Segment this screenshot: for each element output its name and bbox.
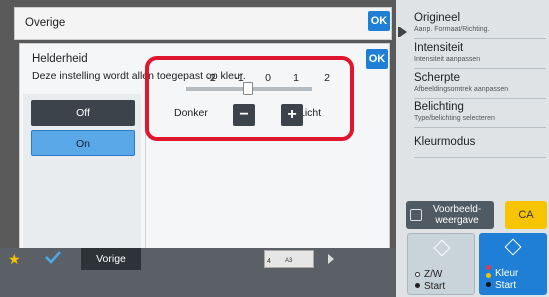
bw-dot-icon	[415, 283, 420, 288]
tick-label: 1	[293, 72, 299, 84]
menu-belichting[interactable]: Belichting Type/belichting selecteren	[414, 101, 546, 128]
off-button[interactable]: Off	[31, 100, 135, 126]
paper-tray-indicator: 4 A3	[264, 250, 314, 268]
color-dot-black-icon	[486, 282, 491, 287]
bw-start-label-2: Start	[424, 281, 446, 292]
dialog-ok-button[interactable]: OK	[366, 49, 388, 69]
plus-button[interactable]: +	[281, 104, 303, 126]
tray-size: A3	[285, 258, 293, 264]
menu-intensiteit[interactable]: Intensiteit Intensiteit aanpassen	[414, 42, 546, 69]
tick-label: -2	[206, 72, 216, 84]
ca-button[interactable]: CA	[505, 201, 547, 229]
start-diamond-icon	[433, 239, 451, 257]
menu-kleurmodus[interactable]: Kleurmodus	[414, 136, 546, 158]
tray-arrow-icon	[328, 254, 334, 264]
check-icon[interactable]	[43, 249, 63, 265]
menu-subtitle: Aanp. Formaat/Richting.	[414, 26, 490, 33]
dialog-title: Helderheid	[32, 53, 88, 65]
on-button[interactable]: On	[31, 130, 135, 156]
overige-title: Overige	[25, 17, 66, 29]
color-start-label-2: Start	[495, 280, 517, 291]
menu-title: Belichting	[414, 101, 464, 113]
tray-number: 4	[267, 258, 271, 265]
menu-title: Scherpte	[414, 72, 461, 84]
preview-button[interactable]: Voorbeeld- weergave	[406, 201, 494, 229]
screen: Overige OK Helderheid Deze instelling wo…	[0, 0, 549, 297]
tick-label: 0	[265, 72, 271, 84]
menu-scherpte[interactable]: Scherpte Afbeeldingsomtrek aanpassen	[414, 72, 546, 99]
color-dot-yellow-icon	[486, 273, 491, 278]
menu-title: Intensiteit	[414, 42, 464, 54]
overige-header: Overige	[14, 7, 392, 40]
menu-subtitle: Afbeeldingsomtrek aanpassen	[414, 86, 509, 93]
menu-title: Kleurmodus	[414, 136, 476, 148]
brightness-slider-handle[interactable]	[243, 82, 253, 95]
star-icon[interactable]: ★	[8, 251, 21, 268]
vorige-button[interactable]: Vorige	[81, 248, 141, 270]
preview-icon	[410, 209, 422, 221]
bw-radio-icon	[415, 272, 420, 277]
menu-subtitle: Type/belichting selecteren	[414, 115, 495, 122]
collapse-arrow-icon[interactable]	[400, 27, 407, 37]
bw-start-label-1: Z/W	[424, 269, 443, 280]
color-dot-red-icon	[486, 265, 491, 270]
color-start-label-1: Kleur	[495, 268, 519, 279]
color-start-button[interactable]: Kleur Start	[479, 233, 547, 295]
tick-label: 2	[324, 72, 330, 84]
menu-subtitle: Intensiteit aanpassen	[414, 56, 481, 63]
overige-ok-button[interactable]: OK	[368, 11, 390, 31]
start-diamond-icon	[504, 238, 522, 256]
menu-origineel[interactable]: Origineel Aanp. Formaat/Richting.	[414, 12, 546, 39]
menu-title: Origineel	[414, 12, 461, 24]
minus-button[interactable]: −	[233, 104, 255, 126]
highlight-frame	[145, 56, 354, 141]
on-off-panel: Off On	[23, 94, 141, 271]
bw-start-button[interactable]: Z/W Start	[407, 233, 475, 295]
donker-label: Donker	[174, 107, 208, 119]
